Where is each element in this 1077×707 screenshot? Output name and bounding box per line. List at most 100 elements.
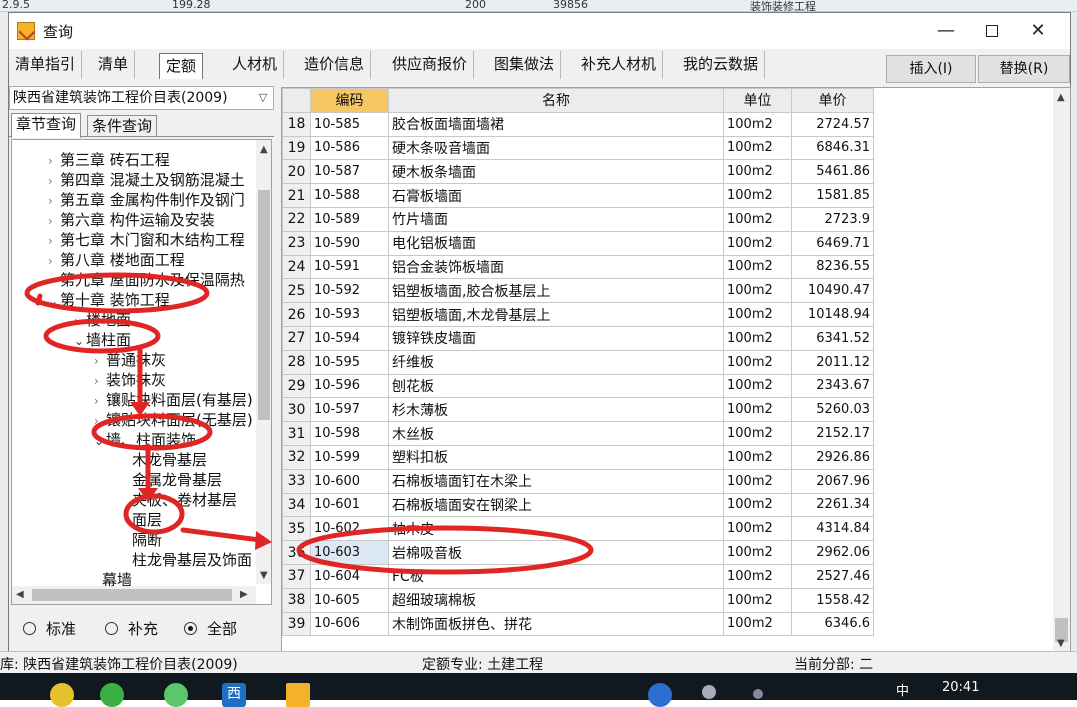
cell-code[interactable]: 10-601: [310, 492, 389, 518]
tree-node[interactable]: › 第九章 屋面防水及保温隔热: [48, 270, 245, 290]
insert-button[interactable]: 插入(I): [886, 55, 976, 83]
table-row[interactable]: 39 10-606 木制饰面板拼色、拼花 100m2 6346.6: [282, 611, 874, 637]
row-number[interactable]: 34: [282, 492, 311, 518]
tree-vertical-scrollbar[interactable]: ▲ ▼: [256, 140, 271, 584]
chevron-right-icon[interactable]: ›: [48, 231, 60, 251]
cell-unit[interactable]: 100m2: [723, 516, 792, 542]
chevron-right-icon[interactable]: ›: [74, 311, 86, 331]
cell-name[interactable]: 石膏板墙面: [388, 183, 724, 208]
tree-node[interactable]: 夹板、卷材基层: [120, 490, 237, 510]
table-row[interactable]: 23 10-590 电化铝板墙面 100m2 6469.71: [282, 230, 874, 256]
scroll-up-icon[interactable]: ▲: [260, 144, 268, 155]
cell-code[interactable]: 10-602: [310, 516, 389, 542]
cell-unit[interactable]: 100m2: [723, 159, 792, 185]
chevron-right-icon[interactable]: ›: [48, 211, 60, 231]
cell-code[interactable]: 10-585: [310, 111, 389, 137]
people-icon[interactable]: [702, 685, 716, 699]
cell-unit[interactable]: 100m2: [723, 230, 792, 256]
tree-node[interactable]: › 镶贴块料面层(有基层): [94, 390, 253, 410]
table-row[interactable]: 31 10-598 木丝板 100m2 2152.17: [282, 421, 874, 446]
cell-code[interactable]: 10-592: [310, 278, 389, 304]
cell-name[interactable]: 镀锌铁皮墙面: [388, 325, 724, 351]
cell-code[interactable]: 10-594: [310, 325, 389, 351]
cell-price[interactable]: 2527.46: [791, 563, 874, 589]
table-row[interactable]: 27 10-594 镀锌铁皮墙面 100m2 6341.52: [282, 325, 874, 351]
cell-name[interactable]: 铝塑板墙面,木龙骨基层上: [388, 302, 724, 327]
minimize-button[interactable]: —: [923, 13, 969, 49]
cell-code[interactable]: 10-604: [310, 563, 389, 589]
cell-unit[interactable]: 100m2: [723, 349, 792, 375]
radio-supplement[interactable]: 补充: [105, 618, 158, 639]
cell-name[interactable]: 石棉板墙面安在钢梁上: [388, 492, 724, 518]
tab-cost-info[interactable]: 造价信息: [298, 51, 372, 79]
table-row[interactable]: 24 10-591 铝合金装饰板墙面 100m2 8236.55: [282, 254, 874, 280]
cell-name[interactable]: 刨花板: [388, 373, 724, 399]
cell-unit[interactable]: 100m2: [723, 563, 792, 589]
cell-name[interactable]: 超细玻璃棉板: [388, 587, 724, 613]
radio-standard[interactable]: 标准: [23, 618, 76, 639]
tree-node[interactable]: › 第六章 构件运输及安装: [48, 210, 215, 230]
replace-button[interactable]: 替换(R): [978, 55, 1070, 83]
cell-price[interactable]: 2152.17: [791, 421, 874, 446]
cell-code[interactable]: 10-587: [310, 159, 389, 185]
scroll-left-icon[interactable]: ◀: [16, 589, 24, 600]
chevron-right-icon[interactable]: ›: [94, 371, 106, 391]
cell-name[interactable]: FC板: [388, 563, 724, 589]
tab-cloud-data[interactable]: 我的云数据: [677, 51, 766, 79]
qq-icon[interactable]: [50, 683, 74, 707]
row-number[interactable]: 38: [282, 587, 311, 613]
row-number[interactable]: 39: [282, 611, 311, 637]
cell-name[interactable]: 岩棉吸音板: [388, 540, 724, 565]
row-number[interactable]: 32: [282, 444, 311, 470]
chevron-right-icon[interactable]: ›: [94, 391, 106, 411]
cell-unit[interactable]: 100m2: [723, 421, 792, 446]
cell-code[interactable]: 10-596: [310, 373, 389, 399]
tree-node[interactable]: › 楼地面: [74, 310, 131, 330]
table-row[interactable]: 30 10-597 杉木薄板 100m2 5260.03: [282, 397, 874, 423]
cell-name[interactable]: 铝合金装饰板墙面: [388, 254, 724, 280]
table-vertical-scrollbar[interactable]: ▲ ▼: [1053, 88, 1070, 652]
cell-unit[interactable]: 100m2: [723, 325, 792, 351]
tree-node[interactable]: ⌄ 第十章 装饰工程: [48, 290, 170, 310]
cell-name[interactable]: 柚木皮: [388, 516, 724, 542]
browser-icon[interactable]: [164, 683, 188, 707]
scroll-down-icon[interactable]: ▼: [1057, 638, 1065, 649]
cell-price[interactable]: 2067.96: [791, 468, 874, 494]
chevron-right-icon[interactable]: ›: [94, 411, 106, 431]
cell-code[interactable]: 10-588: [310, 183, 389, 208]
scroll-thumb[interactable]: [32, 589, 232, 601]
cell-unit[interactable]: 100m2: [723, 397, 792, 423]
tray-icon[interactable]: [753, 689, 763, 699]
tree-node[interactable]: 隔断: [120, 530, 162, 550]
row-number[interactable]: 25: [282, 278, 311, 304]
cell-unit[interactable]: 100m2: [723, 206, 792, 232]
chevron-down-icon[interactable]: ⌄: [94, 431, 106, 451]
cell-code[interactable]: 10-595: [310, 349, 389, 375]
cell-price[interactable]: 1581.85: [791, 183, 874, 208]
cell-unit[interactable]: 100m2: [723, 373, 792, 399]
cell-price[interactable]: 2011.12: [791, 349, 874, 375]
cell-code[interactable]: 10-598: [310, 421, 389, 446]
cell-unit[interactable]: 100m2: [723, 278, 792, 304]
cell-code[interactable]: 10-597: [310, 397, 389, 423]
clock[interactable]: 20:41: [942, 680, 979, 695]
cell-name[interactable]: 石棉板墙面钉在木梁上: [388, 468, 724, 494]
cell-price[interactable]: 6469.71: [791, 230, 874, 256]
tab-atlas-method[interactable]: 图集做法: [488, 51, 562, 79]
table-row[interactable]: 20 10-587 硬木板条墙面 100m2 5461.86: [282, 159, 874, 185]
table-row[interactable]: 38 10-605 超细玻璃棉板 100m2 1558.42: [282, 587, 874, 613]
app-taskbar-icon[interactable]: 西: [222, 683, 246, 707]
row-number[interactable]: 21: [282, 183, 311, 208]
cell-price[interactable]: 5260.03: [791, 397, 874, 423]
title-bar[interactable]: 查询 — ✕: [9, 13, 1070, 49]
cell-price[interactable]: 10148.94: [791, 302, 874, 327]
table-row[interactable]: 36 10-603 岩棉吸音板 100m2 2962.06: [282, 540, 874, 565]
cell-price[interactable]: 4314.84: [791, 516, 874, 542]
column-header-name[interactable]: 名称: [388, 88, 724, 113]
cell-name[interactable]: 胶合板面墙面墙裙: [388, 111, 724, 137]
table-row[interactable]: 28 10-595 纤维板 100m2 2011.12: [282, 349, 874, 375]
cell-price[interactable]: 6846.31: [791, 135, 874, 161]
tree-node[interactable]: › 第四章 混凝土及钢筋混凝土: [48, 170, 245, 190]
tab-supplement-materials[interactable]: 补充人材机: [575, 51, 664, 79]
row-number[interactable]: 28: [282, 349, 311, 375]
